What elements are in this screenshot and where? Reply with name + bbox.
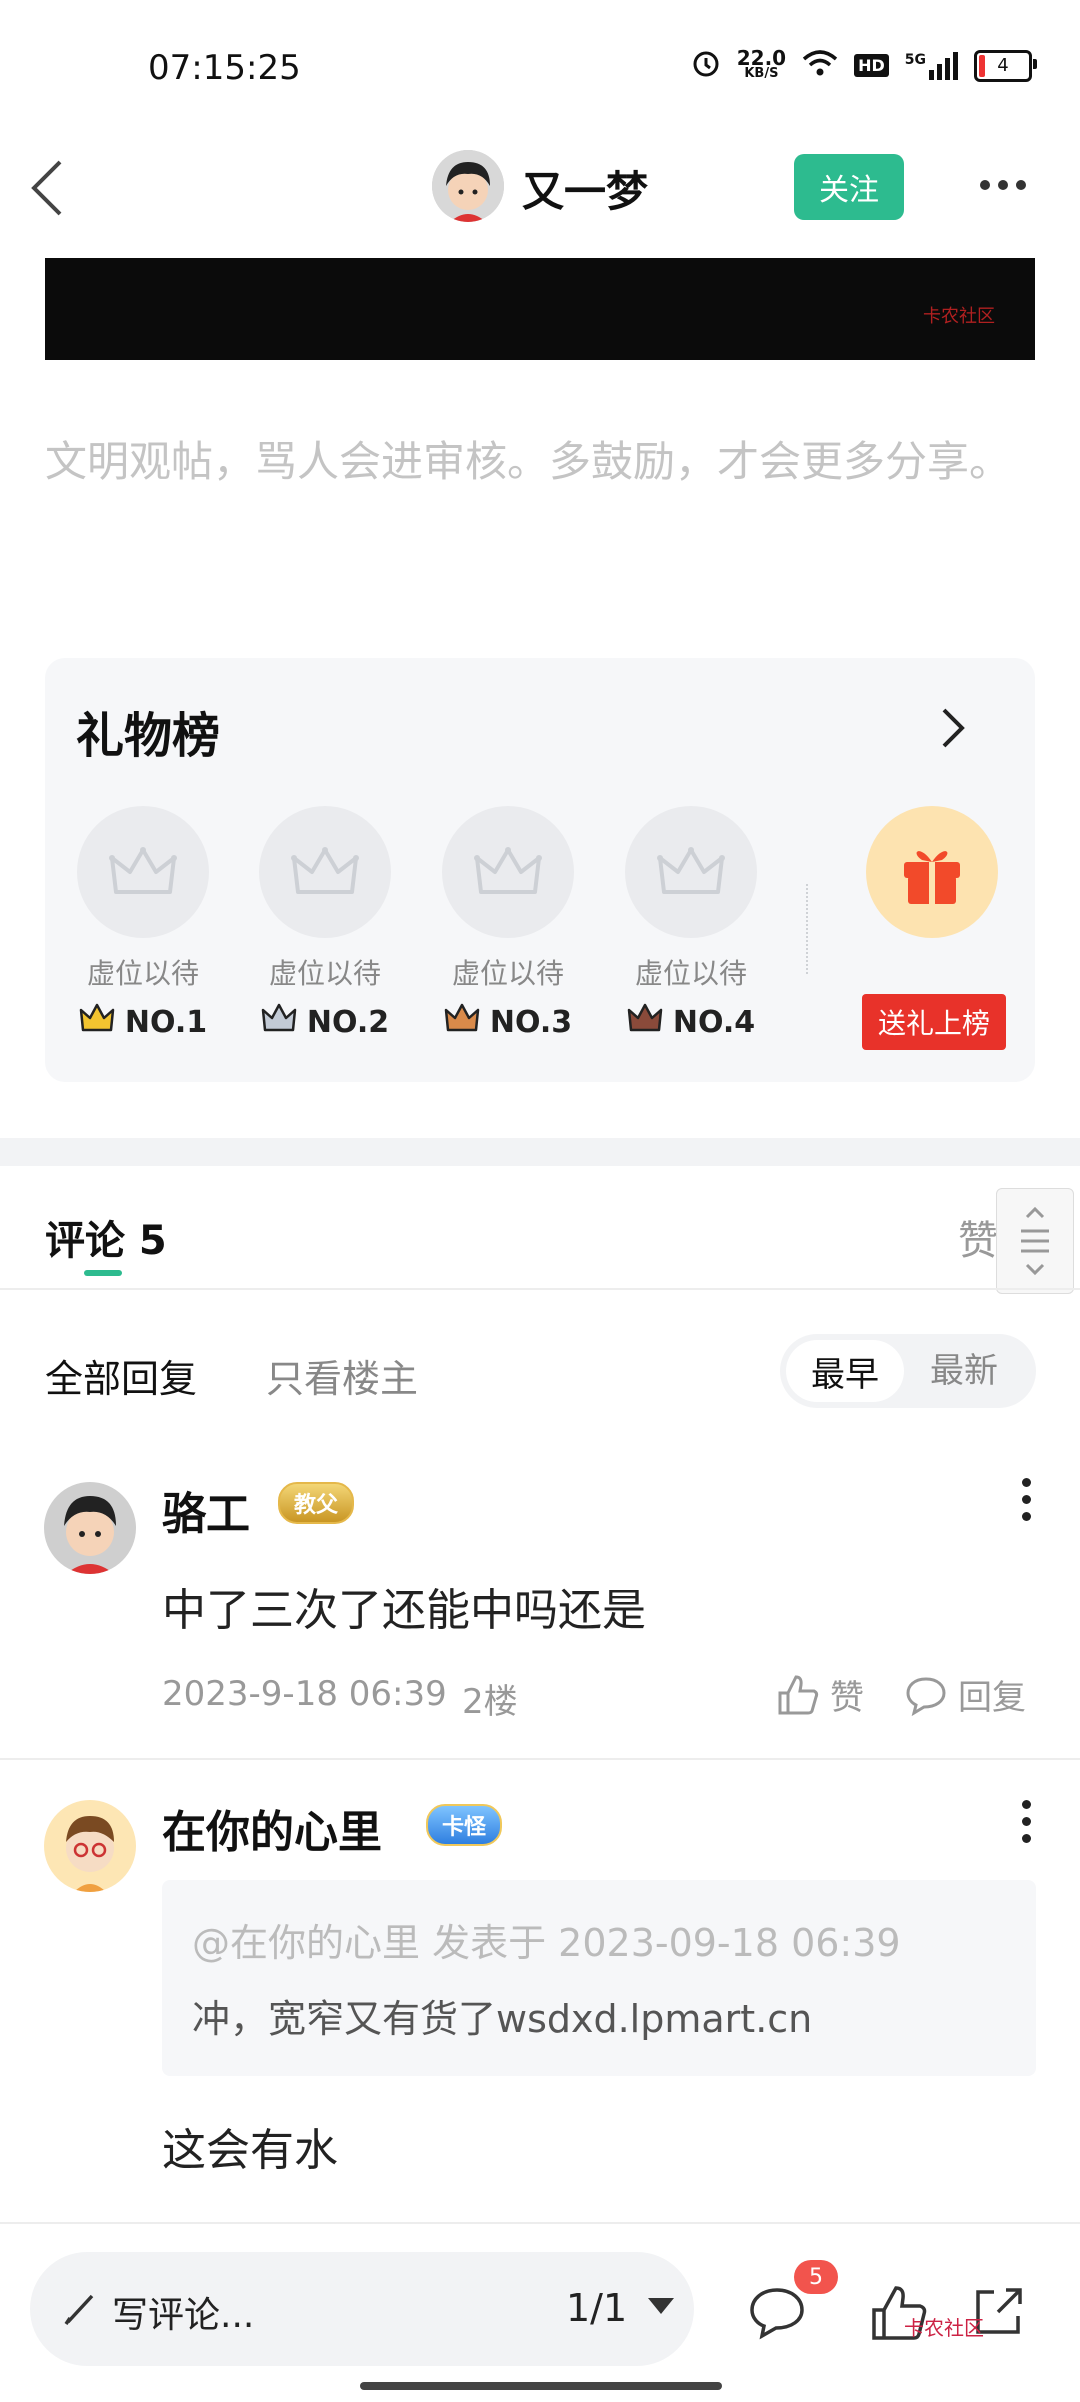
comment-like-button[interactable]: 赞 bbox=[776, 1670, 864, 1719]
sort-earliest-button[interactable]: 最早 bbox=[786, 1340, 904, 1402]
tab-indicator bbox=[84, 1270, 122, 1276]
network-speed: 22.0 KB/S bbox=[736, 45, 787, 81]
commenter-name[interactable]: 骆工 bbox=[162, 1478, 250, 1542]
comment-count-button[interactable] bbox=[746, 2282, 808, 2344]
empty-crown-icon bbox=[77, 806, 209, 938]
comment-floor: 2楼 bbox=[462, 1682, 518, 1722]
comment-date: 2023-9-18 06:39 bbox=[162, 1674, 447, 1714]
sort-newest-button[interactable]: 最新 bbox=[930, 1340, 998, 1402]
slot-rank: NO.3 bbox=[441, 1002, 575, 1042]
tab-likes[interactable]: 赞 bbox=[958, 1208, 998, 1266]
quoted-comment[interactable] bbox=[162, 1880, 1036, 2076]
filter-op-only[interactable]: 只看楼主 bbox=[266, 1348, 418, 1403]
slot-label: 虚位以待 bbox=[86, 957, 199, 990]
rank-crown-icon bbox=[79, 1002, 115, 1042]
page-indicator[interactable]: 1/1 bbox=[566, 2286, 627, 2330]
gift-board-more-button[interactable] bbox=[938, 706, 968, 750]
chevron-left-icon bbox=[31, 160, 62, 216]
user-title-badge: 卡怪 bbox=[426, 1804, 503, 1846]
author-avatar[interactable] bbox=[432, 150, 504, 222]
follow-button[interactable]: 关注 bbox=[794, 154, 904, 220]
speech-bubble-icon bbox=[750, 2288, 804, 2340]
section-divider bbox=[0, 1138, 1080, 1166]
gift-board-title: 礼物榜 bbox=[76, 708, 221, 764]
more-options-button[interactable] bbox=[980, 180, 1026, 190]
comment-separator bbox=[0, 1758, 1080, 1760]
sort-icon bbox=[1021, 1206, 1049, 1276]
commenter-name[interactable]: 在你的心里 bbox=[162, 1796, 382, 1860]
empty-crown-icon bbox=[259, 806, 391, 938]
slot-label: 虚位以待 bbox=[634, 957, 747, 990]
empty-crown-icon bbox=[625, 806, 757, 938]
rank-crown-icon bbox=[261, 1002, 297, 1042]
caret-down-icon[interactable] bbox=[648, 2298, 674, 2314]
comment-text: 中了三次了还能中吗还是 bbox=[162, 1585, 646, 1636]
comment-more-button[interactable] bbox=[1022, 1478, 1031, 1521]
author-name[interactable]: 又一梦 bbox=[522, 158, 648, 219]
rank-crown-icon bbox=[444, 1002, 480, 1042]
community-notice: 文明观帖，骂人会进审核。多鼓励，才会更多分享。 bbox=[45, 437, 1012, 486]
tabs-separator bbox=[0, 1288, 1080, 1290]
gift-slot[interactable]: 虚位以待 NO.3 bbox=[441, 806, 575, 1042]
gift-icon[interactable] bbox=[866, 806, 998, 938]
thumbs-up-icon bbox=[778, 1674, 819, 1714]
home-indicator[interactable] bbox=[360, 2382, 722, 2390]
comment-reply-button[interactable]: 回复 bbox=[904, 1670, 1026, 1719]
gift-slot[interactable]: 虚位以待 NO.1 bbox=[76, 806, 210, 1042]
post-image[interactable]: 卡农社区 bbox=[45, 258, 1035, 360]
user-title-badge: 教父 bbox=[278, 1482, 355, 1524]
slot-rank: NO.2 bbox=[258, 1002, 392, 1042]
send-gift-button[interactable]: 送礼上榜 bbox=[862, 994, 1006, 1050]
tab-comments[interactable]: 评论 5 bbox=[45, 1208, 167, 1266]
commenter-avatar[interactable] bbox=[44, 1482, 136, 1574]
quote-body: 冲，宽窄又有货了wsdxd.lpmart.cn bbox=[192, 1997, 813, 2041]
gift-slot[interactable]: 虚位以待 NO.2 bbox=[258, 806, 392, 1042]
quote-header: @在你的心里 发表于 2023-09-18 06:39 bbox=[192, 1921, 901, 1965]
signal-icon: 5G bbox=[905, 51, 958, 80]
site-watermark: 卡农社区 bbox=[904, 2316, 984, 2340]
hd-badge: HD bbox=[854, 54, 889, 77]
comment-text: 这会有水 bbox=[162, 2125, 338, 2176]
floating-sort-button[interactable] bbox=[996, 1188, 1074, 1294]
alarm-icon bbox=[691, 48, 721, 83]
battery-icon: 4 bbox=[974, 49, 1037, 82]
empty-crown-icon bbox=[442, 806, 574, 938]
filter-all-replies[interactable]: 全部回复 bbox=[45, 1348, 197, 1403]
comment-more-button[interactable] bbox=[1022, 1800, 1031, 1843]
slot-label: 虚位以待 bbox=[268, 957, 381, 990]
status-icons: 22.0 KB/S HD 5G 4 bbox=[691, 45, 1037, 83]
wifi-icon bbox=[802, 49, 838, 82]
rank-crown-icon bbox=[627, 1002, 663, 1042]
commenter-avatar[interactable] bbox=[44, 1800, 136, 1892]
slot-rank: NO.4 bbox=[624, 1002, 758, 1042]
write-comment-label[interactable]: 写评论... bbox=[112, 2286, 254, 2338]
chevron-right-icon bbox=[942, 708, 965, 748]
comment-count-badge: 5 bbox=[794, 2260, 838, 2294]
slot-rank: NO.1 bbox=[76, 1002, 210, 1042]
back-button[interactable] bbox=[28, 158, 68, 218]
slot-label: 虚位以待 bbox=[451, 957, 564, 990]
image-watermark: 卡农社区 bbox=[923, 306, 995, 327]
gift-slot[interactable]: 虚位以待 NO.4 bbox=[624, 806, 758, 1042]
status-time: 07:15:25 bbox=[148, 48, 301, 88]
gift-divider bbox=[806, 884, 808, 974]
speech-bubble-icon bbox=[906, 1676, 946, 1716]
pencil-icon bbox=[62, 2288, 102, 2328]
